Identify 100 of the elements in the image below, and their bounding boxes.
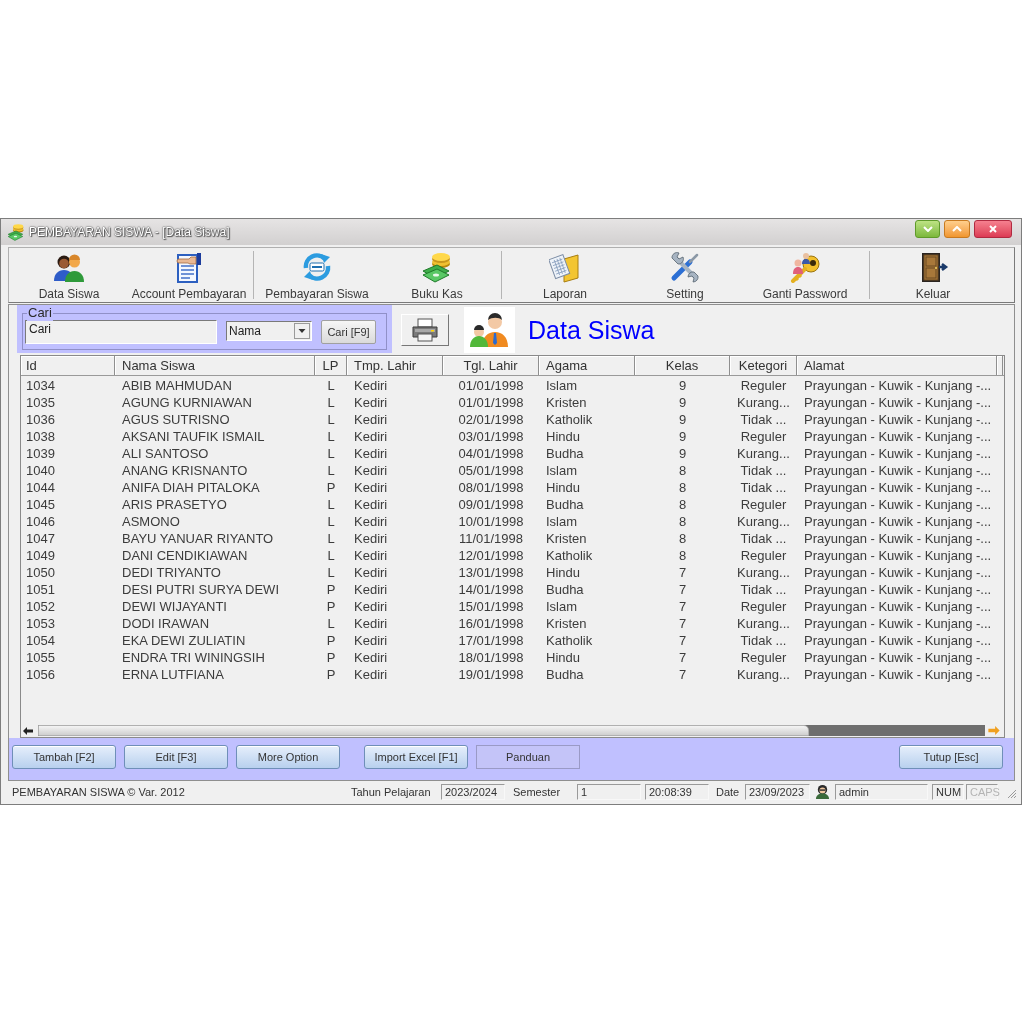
table-cell-text: ENDRA TRI WININGSIH: [121, 649, 266, 666]
maximize-button[interactable]: [944, 220, 970, 238]
status-label: Date: [716, 784, 741, 799]
table-cell-text: Kediri: [353, 411, 389, 428]
table-cell-text: Kediri: [353, 649, 389, 666]
table-cell-text: Kurang...: [736, 666, 791, 683]
close-button[interactable]: [974, 220, 1012, 238]
toolbar-button[interactable]: Ganti Password: [745, 248, 865, 302]
table-cell-text: AKSANI TAUFIK ISMAIL: [121, 428, 266, 445]
table-cell-text: 7: [677, 666, 688, 683]
column-header[interactable]: Tgl. Lahir: [443, 356, 539, 375]
table-cell-text: Prayungan - Kuwik - Kunjang -...: [803, 666, 993, 683]
column-header[interactable]: Tmp. Lahir: [347, 356, 443, 375]
table-cell-text: Tidak ...: [739, 479, 788, 496]
table-cell-text: 1053: [25, 615, 56, 632]
table-cell-text: 09/01/1998: [457, 496, 525, 513]
table-cell-text: 14/01/1998: [457, 581, 525, 598]
folder-grid-icon: [549, 251, 581, 283]
table-cell-text: P: [325, 649, 337, 666]
toolbar-button[interactable]: Keluar: [873, 248, 993, 302]
scrollbar-track[interactable]: [38, 725, 985, 736]
table-cell-text: ABIB MAHMUDAN: [121, 377, 233, 394]
column-header[interactable]: Alamat: [797, 356, 997, 375]
print-button[interactable]: [401, 314, 449, 346]
table-cell-text: 8: [677, 462, 688, 479]
table-cell-text: 03/01/1998: [457, 428, 525, 445]
column-header[interactable]: LP: [315, 356, 347, 375]
column-header[interactable]: Nama Siswa: [115, 356, 315, 375]
table-cell-text: 9: [677, 428, 688, 445]
column-header[interactable]: Id: [21, 356, 115, 375]
table-cell-text: Prayungan - Kuwik - Kunjang -...: [803, 632, 993, 649]
table-cell-text: AGUNG KURNIAWAN: [121, 394, 253, 411]
table-cell-text: L: [326, 411, 336, 428]
table-cell-text: 1052: [25, 598, 56, 615]
table-cell-text: P: [325, 581, 337, 598]
column-header[interactable]: Kelas: [635, 356, 730, 375]
user-field: admin: [835, 783, 928, 800]
toolbar-button[interactable]: Setting: [625, 248, 745, 302]
table-cell-text: 15/01/1998: [457, 598, 525, 615]
minimize-button[interactable]: [915, 220, 940, 238]
arrow-right-icon[interactable]: [988, 726, 1000, 735]
table-cell-text: 7: [677, 564, 688, 581]
action-button[interactable]: More Option: [236, 745, 340, 769]
table-cell-text: L: [326, 462, 336, 479]
table-cell-text: 01/01/1998: [457, 377, 525, 394]
table-cell-text: Tidak ...: [739, 411, 788, 428]
search-button[interactable]: Cari [F9]: [321, 320, 376, 344]
table-cell-text: Islam: [545, 513, 579, 530]
table-cell-text: P: [325, 479, 337, 496]
semester-field: 1: [577, 783, 641, 800]
table-cell-text: Prayungan - Kuwik - Kunjang -...: [803, 496, 993, 513]
table-cell-text: 01/01/1998: [457, 394, 525, 411]
table-cell-text: Kediri: [353, 530, 389, 547]
column-header[interactable]: [997, 356, 1003, 375]
table-cell-text: 1045: [25, 496, 56, 513]
toolbar-button[interactable]: Laporan: [505, 248, 625, 302]
key-people-icon: [789, 251, 821, 283]
table-cell-text: Kediri: [353, 581, 389, 598]
action-button[interactable]: Tutup [Esc]: [899, 745, 1003, 769]
table-cell-text: Tidak ...: [739, 530, 788, 547]
table-cell-text: L: [326, 564, 336, 581]
table-cell-text: Budha: [545, 666, 585, 683]
table-cell-text: 10/01/1998: [457, 513, 525, 530]
arrow-left-icon[interactable]: [23, 726, 33, 735]
table-cell-text: Islam: [545, 377, 579, 394]
scrollbar-thumb[interactable]: [38, 725, 809, 736]
table-cell-text: 1040: [25, 462, 56, 479]
table-cell-text: Prayungan - Kuwik - Kunjang -...: [803, 598, 993, 615]
column-header[interactable]: Agama: [539, 356, 635, 375]
table-cell-text: Kurang...: [736, 445, 791, 462]
table-cell-text: 1044: [25, 479, 56, 496]
table-cell-text: Reguler: [739, 496, 788, 513]
table-cell-text: Reguler: [739, 649, 788, 666]
action-button[interactable]: Import Excel [F1]: [364, 745, 468, 769]
table-cell-text: 1055: [25, 649, 56, 666]
action-button[interactable]: Tambah [F2]: [12, 745, 116, 769]
table-cell-text: 13/01/1998: [457, 564, 525, 581]
resize-grip-icon[interactable]: [1007, 789, 1017, 799]
table-cell-text: 1034: [25, 377, 56, 394]
action-button[interactable]: Panduan: [476, 745, 580, 769]
status-label: Semester: [513, 784, 562, 799]
table-cell-text: 9: [677, 411, 688, 428]
table-cell-text: 04/01/1998: [457, 445, 525, 462]
table-cell-text: ERNA LUTFIANA: [121, 666, 225, 683]
toolbar-button[interactable]: Data Siswa: [9, 248, 129, 302]
date-field: 23/09/2023: [745, 783, 810, 800]
table-cell-text: Kurang...: [736, 394, 791, 411]
table-cell-text: Kediri: [353, 496, 389, 513]
search-field[interactable]: Cari: [25, 320, 217, 344]
action-button[interactable]: Edit [F3]: [124, 745, 228, 769]
column-header[interactable]: Ketegori: [730, 356, 797, 375]
table-cell-text: 7: [677, 615, 688, 632]
toolbar-button[interactable]: Account Pembayaran: [129, 248, 249, 302]
toolbar-button[interactable]: Buku Kas: [377, 248, 497, 302]
table-cell-text: 02/01/1998: [457, 411, 525, 428]
filter-dropdown[interactable]: Nama: [226, 321, 312, 341]
page-title: Data Siswa: [528, 315, 655, 345]
table-cell-text: 8: [677, 479, 688, 496]
toolbar-button[interactable]: Pembayaran Siswa: [257, 248, 377, 302]
table-cell-text: Tidak ...: [739, 632, 788, 649]
